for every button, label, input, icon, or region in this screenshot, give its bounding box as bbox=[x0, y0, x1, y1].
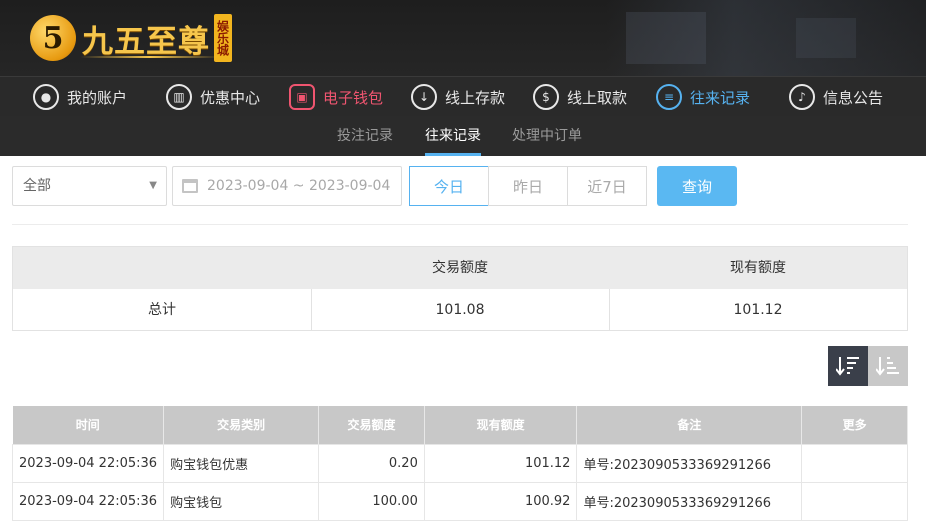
logo-tag: 娱乐城 bbox=[214, 14, 232, 62]
query-button[interactable]: 查询 bbox=[657, 166, 737, 206]
nav-item-label: 线上取款 bbox=[567, 88, 628, 107]
records-header-row: 时间 交易类别 交易额度 现有额度 备注 更多 bbox=[12, 406, 908, 444]
summary-divider bbox=[311, 289, 312, 330]
withdraw-icon: $ bbox=[533, 84, 559, 110]
summary-divider bbox=[609, 289, 610, 330]
logo-underline bbox=[80, 56, 220, 58]
cell-note: 单号:2023090533369291266 bbox=[576, 443, 803, 483]
column-header-more[interactable]: 更多 bbox=[801, 406, 908, 444]
table-row[interactable]: 2023-09-04 22:05:36 购宝钱包 100.00 100.92 单… bbox=[11, 481, 908, 521]
sort-descending-icon bbox=[836, 357, 859, 376]
summary-total-transaction: 101.08 bbox=[435, 302, 485, 318]
today-button[interactable]: 今日 bbox=[409, 166, 489, 206]
main-nav: ● 我的账户 ▥ 优惠中心 ▣ 电子钱包 ↓ 线上存款 $ 线上取款 ≡ 往来记… bbox=[0, 76, 926, 116]
summary-total-balance: 101.12 bbox=[733, 302, 783, 318]
summary-table: 交易额度 现有额度 总计 101.08 101.12 bbox=[12, 246, 908, 331]
nav-item-records[interactable]: ≡ 往来记录 bbox=[656, 77, 750, 117]
cell-type: 购宝钱包 bbox=[163, 481, 320, 521]
site-header: 5 九五至尊 娱乐城 bbox=[0, 0, 926, 76]
column-header-type[interactable]: 交易类别 bbox=[163, 406, 320, 444]
summary-header-transaction: 交易额度 bbox=[432, 260, 488, 276]
record-icon: ≡ bbox=[656, 84, 682, 110]
nav-item-label: 电子钱包 bbox=[323, 88, 384, 107]
cell-amount: 100.00 bbox=[318, 481, 425, 521]
header-decoration bbox=[606, 0, 926, 76]
type-select-value: 全部 bbox=[23, 178, 51, 194]
nav-item-account[interactable]: ● 我的账户 bbox=[33, 77, 127, 117]
logo-text: 九五至尊 bbox=[82, 23, 210, 60]
summary-total-row: 总计 101.08 101.12 bbox=[13, 289, 907, 330]
nav-item-label: 线上存款 bbox=[445, 88, 506, 107]
sort-descending-button[interactable] bbox=[828, 346, 868, 386]
summary-header: 交易额度 现有额度 bbox=[13, 247, 907, 289]
column-header-note[interactable]: 备注 bbox=[576, 406, 803, 444]
nav-item-label: 信息公告 bbox=[823, 88, 884, 107]
nav-item-wallet[interactable]: ▣ 电子钱包 bbox=[289, 77, 383, 117]
date-range-input[interactable]: 2023-09-04 ~ 2023-09-04 bbox=[172, 166, 402, 206]
date-range-value: 2023-09-04 ~ 2023-09-04 bbox=[207, 178, 391, 194]
logo-badge-icon: 5 bbox=[30, 15, 76, 61]
sort-ascending-button[interactable] bbox=[868, 346, 908, 386]
nav-item-label: 往来记录 bbox=[690, 88, 751, 107]
cell-note: 单号:2023090533369291266 bbox=[576, 481, 803, 521]
cell-balance: 100.92 bbox=[423, 481, 578, 521]
cell-balance: 101.12 bbox=[423, 443, 578, 483]
yesterday-button[interactable]: 昨日 bbox=[488, 166, 568, 206]
column-header-balance[interactable]: 现有额度 bbox=[424, 406, 578, 444]
calendar-icon bbox=[182, 179, 198, 193]
table-row[interactable]: 2023-09-04 22:05:36 购宝钱包优惠 0.20 101.12 单… bbox=[11, 443, 908, 483]
cell-type: 购宝钱包优惠 bbox=[163, 443, 320, 483]
deposit-icon: ↓ bbox=[411, 84, 437, 110]
records-table: 时间 交易类别 交易额度 现有额度 备注 更多 2023-09-04 22:05… bbox=[11, 406, 908, 521]
summary-total-label: 总计 bbox=[148, 302, 176, 318]
cell-time: 2023-09-04 22:05:36 bbox=[11, 443, 165, 483]
cell-amount: 0.20 bbox=[318, 443, 425, 483]
nav-item-label: 优惠中心 bbox=[200, 88, 261, 107]
nav-item-label: 我的账户 bbox=[67, 88, 128, 107]
nav-item-announcements[interactable]: ♪ 信息公告 bbox=[789, 77, 883, 117]
sub-nav: 投注记录 往来记录 处理中订单 bbox=[0, 116, 926, 156]
cell-time: 2023-09-04 22:05:36 bbox=[11, 481, 165, 521]
summary-header-balance: 现有额度 bbox=[730, 260, 786, 276]
column-header-amount[interactable]: 交易额度 bbox=[318, 406, 425, 444]
nav-item-promotions[interactable]: ▥ 优惠中心 bbox=[166, 77, 260, 117]
type-select[interactable]: 全部 ▼ bbox=[12, 166, 167, 206]
cell-more[interactable] bbox=[801, 481, 908, 521]
last-7-days-button[interactable]: 近7日 bbox=[567, 166, 647, 206]
user-icon: ● bbox=[33, 84, 59, 110]
wallet-icon: ▣ bbox=[289, 84, 315, 110]
gift-icon: ▥ bbox=[166, 84, 192, 110]
bell-icon: ♪ bbox=[789, 84, 815, 110]
tab-transaction-records[interactable]: 往来记录 bbox=[425, 116, 481, 156]
column-header-time[interactable]: 时间 bbox=[12, 406, 165, 444]
tab-bet-records[interactable]: 投注记录 bbox=[337, 116, 393, 156]
cell-more[interactable] bbox=[801, 443, 908, 483]
chevron-down-icon: ▼ bbox=[149, 180, 157, 191]
nav-item-deposit[interactable]: ↓ 线上存款 bbox=[411, 77, 505, 117]
summary-header-blank bbox=[13, 247, 311, 289]
tab-pending-orders[interactable]: 处理中订单 bbox=[512, 116, 582, 156]
nav-item-withdraw[interactable]: $ 线上取款 bbox=[533, 77, 627, 117]
divider bbox=[12, 224, 908, 225]
sort-ascending-icon bbox=[876, 357, 899, 376]
